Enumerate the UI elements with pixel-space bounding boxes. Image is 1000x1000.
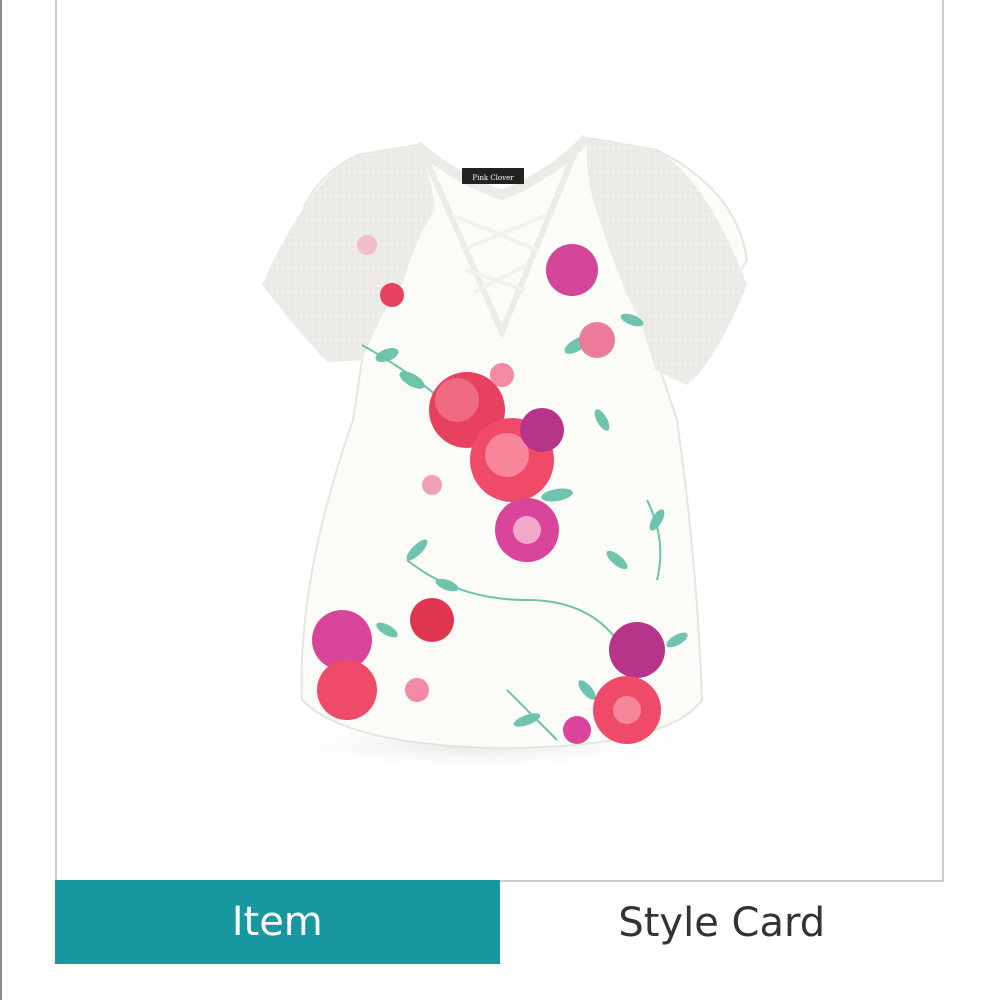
window-edge [0,0,2,1000]
tab-style-card[interactable]: Style Card [499,880,944,964]
product-image[interactable]: Pink Clover [57,0,943,880]
tab-item[interactable]: Item [55,880,500,964]
view-tabs: Item Style Card [55,880,944,964]
brand-tag-text: Pink Clover [472,174,514,182]
style-card-page: Pink Clover Item Style Card [0,0,1000,1000]
